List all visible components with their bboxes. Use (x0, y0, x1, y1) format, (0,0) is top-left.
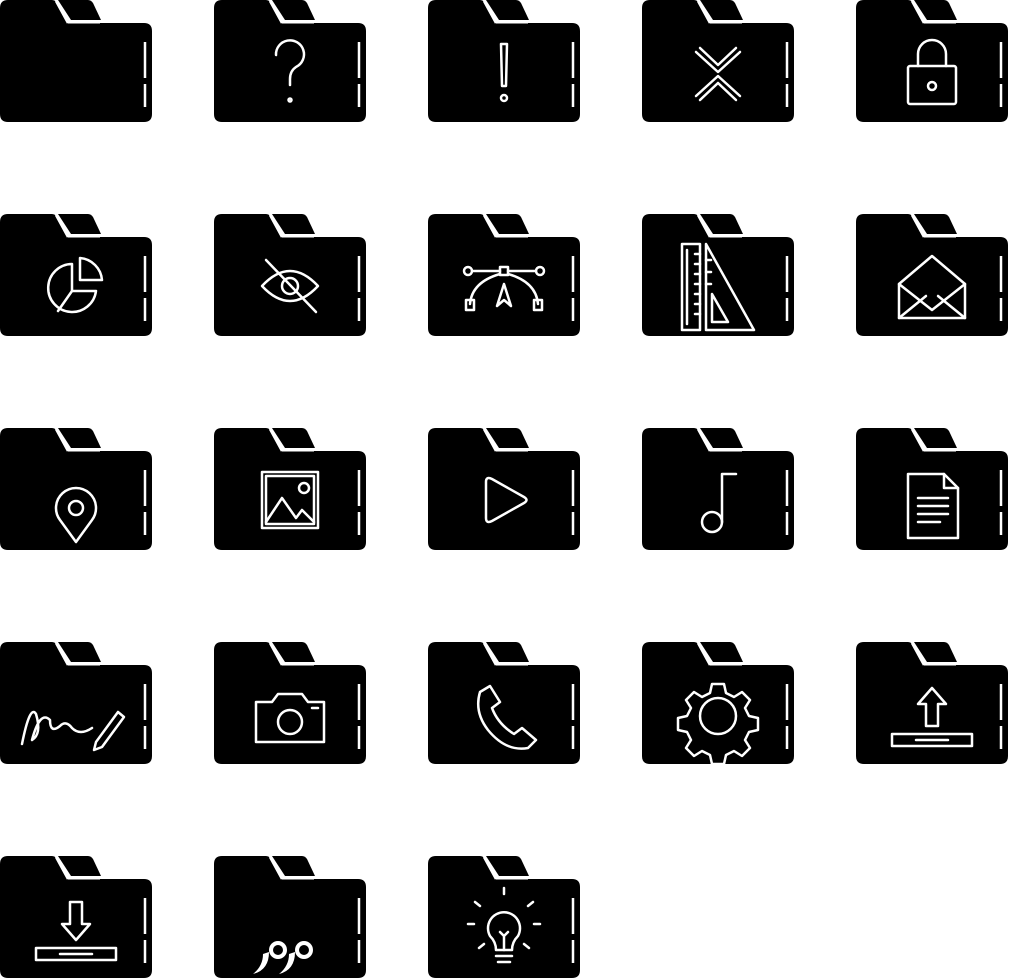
folder-document-icon (856, 428, 1008, 550)
folder-question-icon (214, 0, 366, 122)
folder-lock-icon (856, 0, 1008, 122)
folder-vector-icon (428, 214, 580, 336)
folder-alert-icon (428, 0, 580, 122)
folder-music-icon (642, 428, 794, 550)
folder-quote-icon (214, 856, 366, 978)
folder-signature-icon (0, 642, 152, 764)
folder-camera-icon (214, 642, 366, 764)
folder-mail-icon (856, 214, 1008, 336)
folder-icon (0, 0, 152, 122)
folder-hidden-icon (214, 214, 366, 336)
folder-chart-icon (0, 214, 152, 336)
folder-upload-icon (856, 642, 1008, 764)
folder-ruler-icon (642, 214, 794, 336)
folder-idea-icon (428, 856, 580, 978)
folder-location-icon (0, 428, 152, 550)
folder-download-icon (0, 856, 152, 978)
folder-delete-icon (642, 0, 794, 122)
folder-video-icon (428, 428, 580, 550)
folder-image-icon (214, 428, 366, 550)
folder-settings-icon (642, 642, 794, 766)
folder-phone-icon (428, 642, 580, 764)
